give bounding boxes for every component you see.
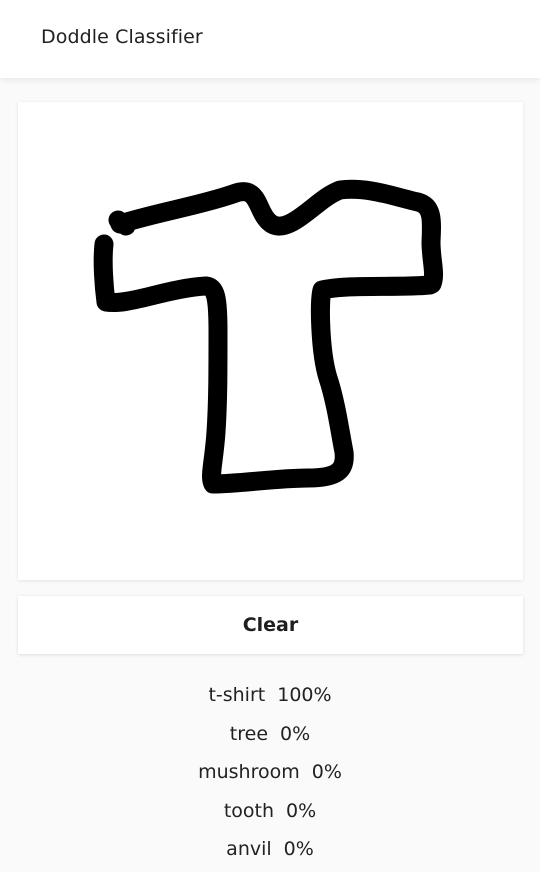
app-title: Doddle Classifier: [41, 26, 203, 48]
prediction-item: mushroom 0%: [0, 753, 540, 792]
prediction-label: anvil: [226, 838, 272, 861]
doodle-stroke-tick: [108, 210, 136, 236]
prediction-percent: 0%: [311, 761, 342, 784]
prediction-label: t-shirt: [208, 684, 266, 707]
prediction-item: t-shirt 100%: [0, 676, 540, 715]
prediction-list: t-shirt 100% tree 0% mushroom 0% tooth 0…: [0, 676, 540, 869]
prediction-percent: 0%: [286, 799, 317, 822]
prediction-percent: 100%: [277, 684, 332, 707]
prediction-item: tooth 0%: [0, 792, 540, 831]
prediction-percent: 0%: [283, 838, 314, 861]
prediction-label: tree: [229, 722, 269, 745]
drawing-canvas[interactable]: [18, 102, 523, 580]
prediction-item: anvil 0%: [0, 830, 540, 869]
doodle-drawing: [93, 179, 444, 494]
prediction-label: tooth: [223, 799, 275, 822]
app-bar: Doddle Classifier: [0, 0, 540, 78]
tshirt-doodle: [93, 179, 444, 494]
clear-button[interactable]: Clear: [18, 596, 523, 654]
prediction-percent: 0%: [280, 722, 311, 745]
doodle-stroke-shoulders: [110, 179, 444, 294]
doodle-stroke-body: [93, 234, 440, 494]
prediction-label: mushroom: [198, 761, 300, 784]
prediction-item: tree 0%: [0, 715, 540, 754]
